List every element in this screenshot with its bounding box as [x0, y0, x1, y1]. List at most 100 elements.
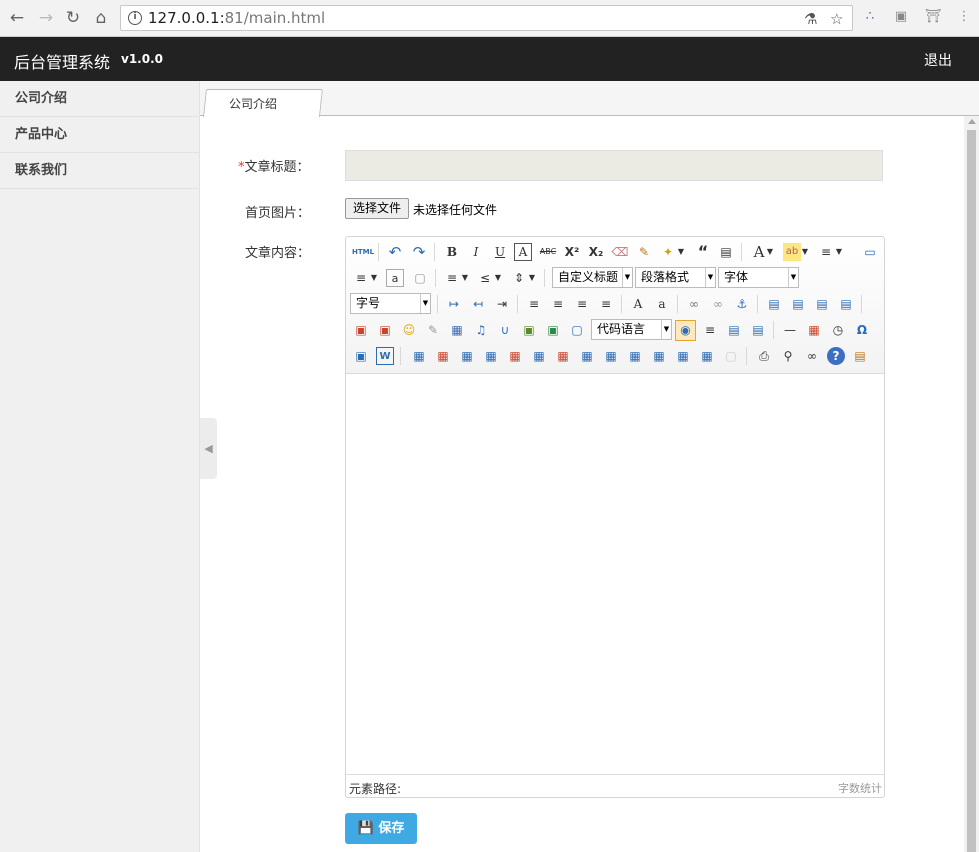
dropdown-arrow-icon[interactable]: ▼ [494, 269, 502, 287]
time-icon[interactable]: ◷ [829, 321, 847, 339]
delete-col-icon[interactable]: ▦ [554, 347, 572, 365]
magic-wand-icon[interactable]: ✦ [659, 243, 677, 261]
eraser-icon[interactable]: ⌫ [611, 243, 629, 261]
rich-text-editor[interactable]: HTML ↶ ↷ B I U A ABC X² X₂ ⌫ ✎ ✦ ▼ “ ▤ A… [345, 236, 885, 798]
background-icon[interactable]: ▤ [749, 321, 767, 339]
extension-window-icon[interactable]: ▣ [892, 8, 910, 26]
row-spacing-bottom-icon[interactable]: ≤ [476, 269, 494, 287]
fullscreen-icon[interactable]: ▭ [861, 243, 879, 261]
word-image-icon[interactable]: W [376, 347, 394, 365]
undo-icon[interactable]: ↶ [386, 243, 404, 261]
menu-icon[interactable]: ⋮ [955, 8, 973, 26]
video-icon[interactable]: ▦ [448, 321, 466, 339]
address-bar[interactable]: i 127.0.0.1:81/main.html ⚗ ☆ [120, 5, 853, 31]
image-none-icon[interactable]: ▤ [813, 295, 831, 313]
dropdown-arrow-icon[interactable]: ▼ [801, 243, 809, 261]
scrawl-icon[interactable]: ✎ [424, 321, 442, 339]
extension-shield-icon[interactable]: ⛩ [924, 8, 942, 26]
align-center-icon[interactable]: ≡ [549, 295, 567, 313]
page-break-icon[interactable]: ≡ [701, 321, 719, 339]
rtl-icon[interactable]: ↤ [469, 295, 487, 313]
bookmark-star-icon[interactable]: ☆ [830, 10, 843, 28]
multi-image-icon[interactable]: ▣ [376, 321, 394, 339]
paragraph-format-select[interactable]: 段落格式 ▼ [635, 267, 716, 288]
dropdown-arrow-icon[interactable]: ▼ [461, 269, 469, 287]
italic-icon[interactable]: I [467, 243, 485, 261]
split-to-cells-icon[interactable]: ▦ [650, 347, 668, 365]
html-source-icon[interactable]: HTML [352, 243, 374, 261]
align-left-icon[interactable]: ≡ [525, 295, 543, 313]
redo-icon[interactable]: ↷ [410, 243, 428, 261]
strikethrough-icon[interactable]: ABC [539, 243, 557, 261]
format-brush-icon[interactable]: ✎ [635, 243, 653, 261]
subscript-icon[interactable]: X₂ [587, 243, 605, 261]
bold-icon[interactable]: B [443, 243, 461, 261]
image-right-icon[interactable]: ▤ [789, 295, 807, 313]
scroll-thumb[interactable] [967, 130, 976, 852]
paste-text-icon[interactable]: ▤ [717, 243, 735, 261]
highlight-color-icon[interactable]: ab [783, 243, 801, 261]
delete-table-icon[interactable]: ▦ [434, 347, 452, 365]
delete-row-icon[interactable]: ▦ [506, 347, 524, 365]
font-border-icon[interactable]: A [514, 243, 532, 261]
insert-row-icon[interactable]: ▦ [482, 347, 500, 365]
horizontal-rule-icon[interactable]: — [781, 321, 799, 339]
template-icon[interactable]: ▤ [725, 321, 743, 339]
map-icon[interactable]: ▣ [520, 321, 538, 339]
merge-down-icon[interactable]: ▦ [626, 347, 644, 365]
sidebar-item-contact[interactable]: 联系我们 [0, 153, 199, 189]
code-language-select[interactable]: 代码语言 ▼ [591, 319, 672, 340]
ordered-list-icon[interactable]: ≡ [817, 243, 835, 261]
insert-table-icon[interactable]: ▦ [410, 347, 428, 365]
dropdown-arrow-icon[interactable]: ▼ [677, 243, 685, 261]
date-icon[interactable]: ▦ [805, 321, 823, 339]
unlink-icon[interactable]: ∞ [709, 295, 727, 313]
anchor-icon[interactable]: ⚓ [733, 295, 751, 313]
merge-cells-icon[interactable]: ▦ [578, 347, 596, 365]
blockquote-icon[interactable]: “ [694, 243, 712, 261]
image-left-icon[interactable]: ▤ [765, 295, 783, 313]
page-scrollbar[interactable] [964, 116, 979, 852]
superscript-icon[interactable]: X² [563, 243, 581, 261]
extension-puzzle-icon[interactable]: ⚗ [804, 10, 817, 28]
home-icon[interactable]: ⌂ [90, 7, 112, 29]
preview-icon[interactable]: ⚲ [779, 347, 797, 365]
music-icon[interactable]: ♫ [472, 321, 490, 339]
align-justify-icon[interactable]: ≡ [597, 295, 615, 313]
align-right-icon[interactable]: ≡ [573, 295, 591, 313]
lowercase-icon[interactable]: a [653, 295, 671, 313]
unordered-list-icon[interactable]: ≡ [352, 269, 370, 287]
print-icon[interactable]: ⎙ [755, 347, 773, 365]
ltr-icon[interactable]: ↦ [445, 295, 463, 313]
uppercase-icon[interactable]: A [629, 295, 647, 313]
search-replace-icon[interactable]: ∞ [803, 347, 821, 365]
dropdown-arrow-icon[interactable]: ▼ [766, 243, 774, 261]
special-chars-icon[interactable]: Ω [853, 321, 871, 339]
iframe-icon[interactable]: ▢ [568, 321, 586, 339]
help-icon[interactable]: ? [827, 347, 845, 365]
article-title-input[interactable] [345, 150, 883, 181]
blank-page-icon[interactable]: ▢ [411, 269, 429, 287]
link-icon[interactable]: ∞ [685, 295, 703, 313]
snap-screen-icon[interactable]: ▣ [352, 347, 370, 365]
font-family-select[interactable]: 字体 ▼ [718, 267, 799, 288]
scroll-up-icon[interactable] [968, 119, 976, 124]
save-button[interactable]: 💾 保存 [345, 813, 417, 844]
forward-icon[interactable]: → [35, 7, 57, 29]
image-center-icon[interactable]: ▤ [837, 295, 855, 313]
logout-link[interactable]: 退出 [924, 50, 952, 70]
row-spacing-top-icon[interactable]: ≡ [443, 269, 461, 287]
split-to-cols-icon[interactable]: ▦ [698, 347, 716, 365]
reload-icon[interactable]: ↻ [62, 7, 84, 29]
extension-dots-icon[interactable]: ∴ [861, 8, 879, 26]
insert-paragraph-before-table-icon[interactable]: ▦ [458, 347, 476, 365]
dropdown-arrow-icon[interactable]: ▼ [835, 243, 843, 261]
sidebar-item-products[interactable]: 产品中心 [0, 117, 199, 153]
split-to-rows-icon[interactable]: ▦ [674, 347, 692, 365]
sidebar-collapse-icon[interactable]: ◀ [200, 418, 217, 479]
web-search-icon[interactable]: ◉ [675, 320, 696, 341]
attachment-icon[interactable]: ∪ [496, 321, 514, 339]
back-icon[interactable]: ← [6, 7, 28, 29]
emotion-icon[interactable]: ☺ [400, 321, 418, 339]
dropdown-arrow-icon[interactable]: ▼ [528, 269, 536, 287]
